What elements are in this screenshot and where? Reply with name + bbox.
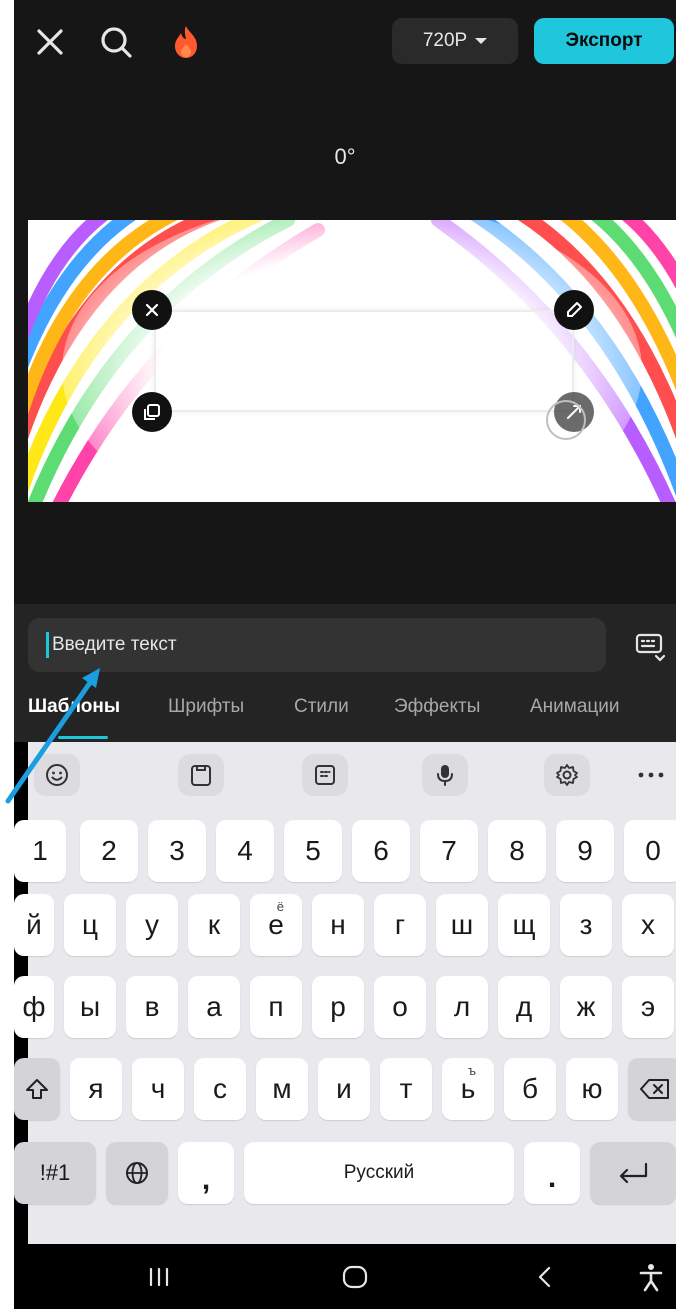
- key-letter-with-alt[interactable]: е ё: [250, 894, 302, 956]
- fire-icon[interactable]: [166, 22, 206, 62]
- key-number[interactable]: 2: [80, 820, 138, 882]
- back-icon[interactable]: [528, 1260, 562, 1294]
- key-number[interactable]: 0: [624, 820, 676, 882]
- key-number[interactable]: 6: [352, 820, 410, 882]
- key-letter[interactable]: ю: [566, 1058, 618, 1120]
- tab-fonts[interactable]: Шрифты: [168, 696, 244, 718]
- globe-icon: [126, 1162, 148, 1184]
- key-letter[interactable]: й: [14, 894, 54, 956]
- key-number[interactable]: 8: [488, 820, 546, 882]
- close-icon[interactable]: [30, 22, 70, 62]
- duplicate-handle[interactable]: [132, 392, 172, 432]
- key-alt-char: ё: [276, 899, 284, 914]
- text-input-placeholder: Введите текст: [52, 634, 177, 655]
- resolution-label: 720P: [422, 30, 468, 51]
- accessibility-icon[interactable]: [634, 1260, 668, 1294]
- text-input-field[interactable]: Введите текст: [28, 618, 606, 672]
- onscreen-keyboard: 1 2 3 4 5 6 7 8 9 0 й ц у к е ё н г ш щ …: [14, 742, 676, 1244]
- tab-effects[interactable]: Эффекты: [394, 696, 480, 718]
- more-icon[interactable]: [628, 754, 674, 796]
- key-letter[interactable]: ш: [436, 894, 488, 956]
- key-letter[interactable]: н: [312, 894, 364, 956]
- key-letter[interactable]: з: [560, 894, 612, 956]
- preview-area: 0°: [14, 82, 676, 604]
- tab-animations[interactable]: Анимации: [530, 696, 620, 718]
- key-letter[interactable]: ц: [64, 894, 116, 956]
- text-cursor: [46, 632, 49, 658]
- mic-icon[interactable]: [422, 754, 468, 796]
- delete-handle[interactable]: [132, 290, 172, 330]
- space-key[interactable]: Русский: [244, 1142, 514, 1204]
- phone-screen: 720P Экспорт 0° Введите текст Шаблоны Шр…: [14, 0, 676, 1309]
- backspace-icon: [640, 1079, 669, 1099]
- key-letter[interactable]: и: [318, 1058, 370, 1120]
- key-letter[interactable]: ч: [132, 1058, 184, 1120]
- export-button[interactable]: Экспорт: [534, 18, 674, 64]
- key-letter[interactable]: м: [256, 1058, 308, 1120]
- key-letter[interactable]: т: [380, 1058, 432, 1120]
- key-letter[interactable]: у: [126, 894, 178, 956]
- key-letter-with-alt[interactable]: ь ъ: [442, 1058, 494, 1120]
- comma-key[interactable]: ,: [178, 1142, 234, 1204]
- search-icon[interactable]: [96, 22, 136, 62]
- key-letter[interactable]: к: [188, 894, 240, 956]
- key-number[interactable]: 5: [284, 820, 342, 882]
- home-icon[interactable]: [338, 1260, 372, 1294]
- key-number[interactable]: 3: [148, 820, 206, 882]
- key-letter[interactable]: ы: [64, 976, 116, 1038]
- enter-key[interactable]: [590, 1142, 676, 1204]
- shift-icon: [26, 1079, 48, 1099]
- key-letter[interactable]: ж: [560, 976, 612, 1038]
- key-letter[interactable]: о: [374, 976, 426, 1038]
- editor-top-bar: 720P Экспорт: [14, 0, 676, 82]
- key-letter[interactable]: я: [70, 1058, 122, 1120]
- enter-icon: [619, 1162, 648, 1184]
- key-letter[interactable]: л: [436, 976, 488, 1038]
- key-letter[interactable]: р: [312, 976, 364, 1038]
- key-letter[interactable]: г: [374, 894, 426, 956]
- key-letter[interactable]: с: [194, 1058, 246, 1120]
- touch-indicator: [546, 400, 586, 440]
- key-alt-char: ъ: [467, 1063, 476, 1078]
- key-number[interactable]: 7: [420, 820, 478, 882]
- key-number[interactable]: 1: [14, 820, 66, 882]
- key-letter[interactable]: а: [188, 976, 240, 1038]
- key-letter[interactable]: в: [126, 976, 178, 1038]
- language-key[interactable]: [106, 1142, 168, 1204]
- recent-apps-icon[interactable]: [142, 1260, 176, 1294]
- key-number[interactable]: 9: [556, 820, 614, 882]
- period-key[interactable]: .: [524, 1142, 580, 1204]
- key-number[interactable]: 4: [216, 820, 274, 882]
- symbols-key[interactable]: !#1: [14, 1142, 96, 1204]
- edit-pencil-icon[interactable]: [554, 290, 594, 330]
- system-navigation-bar: [14, 1244, 676, 1309]
- settings-icon[interactable]: [544, 754, 590, 796]
- clipboard-icon[interactable]: [178, 754, 224, 796]
- key-letter[interactable]: э: [622, 976, 674, 1038]
- key-letter[interactable]: х: [622, 894, 674, 956]
- annotation-arrow: [5, 668, 100, 804]
- key-letter[interactable]: ф: [14, 976, 54, 1038]
- tab-styles[interactable]: Стили: [294, 696, 349, 718]
- caret-down-icon: [475, 38, 488, 44]
- key-letter[interactable]: д: [498, 976, 550, 1038]
- text-bounding-box[interactable]: [154, 310, 574, 412]
- key-letter[interactable]: п: [250, 976, 302, 1038]
- text-editor-panel: Введите текст Шаблоны Шрифты Стили Эффек…: [14, 604, 676, 742]
- sticker-icon[interactable]: [302, 754, 348, 796]
- keyboard-toggle-icon[interactable]: [634, 632, 666, 662]
- backspace-key[interactable]: [628, 1058, 676, 1120]
- keyboard-toolbar: [28, 742, 676, 808]
- text-style-tabs: Шаблоны Шрифты Стили Эффекты Анимации: [14, 690, 676, 742]
- key-letter[interactable]: щ: [498, 894, 550, 956]
- key-letter[interactable]: б: [504, 1058, 556, 1120]
- rotation-indicator: 0°: [334, 144, 356, 169]
- video-canvas[interactable]: [28, 220, 676, 502]
- resolution-dropdown[interactable]: 720P: [392, 18, 518, 64]
- shift-key[interactable]: [14, 1058, 60, 1120]
